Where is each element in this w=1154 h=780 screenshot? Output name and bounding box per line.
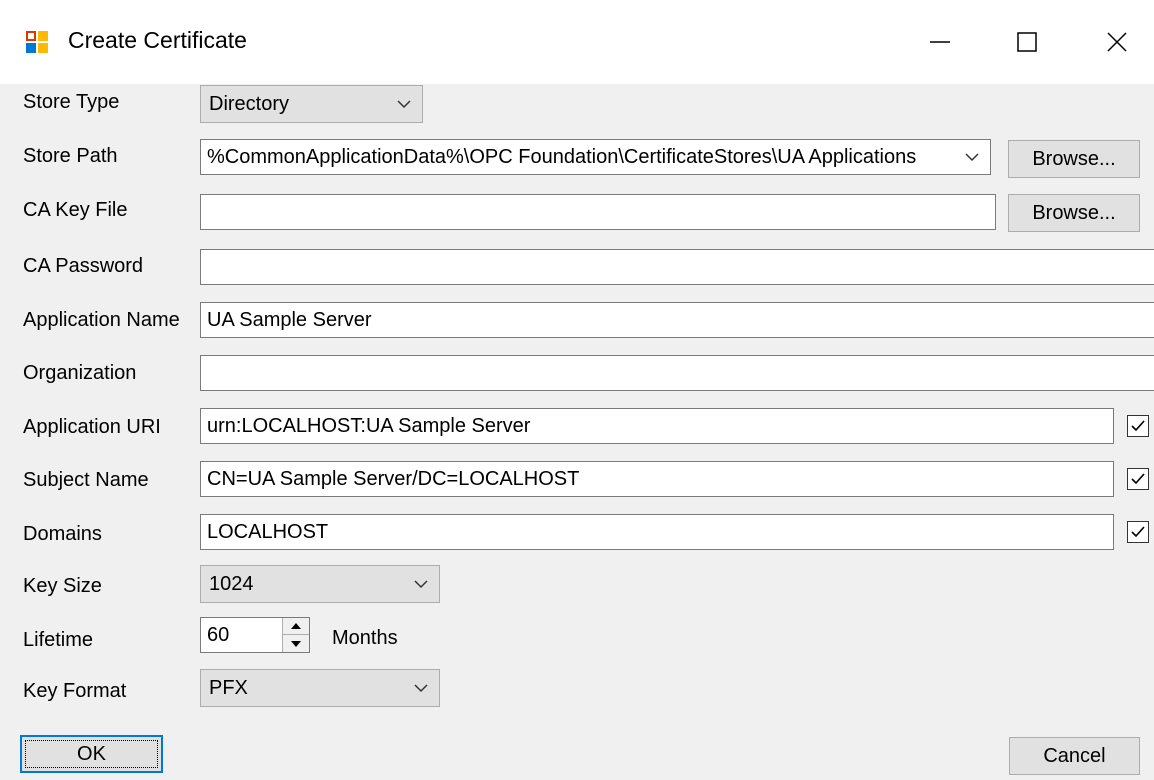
ca-password-label: CA Password [23,255,144,277]
title-bar: Create Certificate [0,0,1154,84]
lifetime-label: Lifetime [23,629,94,651]
subject-name-input[interactable]: CN=UA Sample Server/DC=LOCALHOST [200,461,1114,497]
application-uri-checkbox[interactable] [1127,415,1149,437]
store-path-label: Store Path [23,145,118,167]
checkmark-icon [1131,473,1145,485]
application-uri-label: Application URI [23,416,161,438]
close-icon [1107,32,1127,52]
ok-button[interactable]: OK [20,735,163,773]
maximize-icon [1017,32,1037,52]
arrow-down-icon [291,640,301,647]
store-type-value: Directory [209,93,290,115]
window-title: Create Certificate [68,27,247,53]
store-path-combo[interactable]: %CommonApplicationData%\OPC Foundation\C… [200,139,991,175]
minimize-button[interactable] [905,14,975,70]
lifetime-spin-buttons [282,618,309,652]
domains-input[interactable]: LOCALHOST [200,514,1114,550]
key-format-label: Key Format [23,680,127,702]
ca-key-file-label: CA Key File [23,199,128,221]
minimize-icon [930,41,950,43]
create-certificate-dialog: Create Certificate Store Type Directory … [0,0,1154,780]
checkmark-icon [1131,420,1145,432]
domains-label: Domains [23,523,102,545]
organization-label: Organization [23,362,137,384]
ca-key-file-input[interactable] [200,194,996,230]
ca-password-input[interactable] [200,249,1154,285]
key-size-label: Key Size [23,575,102,597]
organization-input[interactable] [200,355,1154,391]
cancel-button[interactable]: Cancel [1009,737,1140,775]
key-size-select[interactable]: 1024 [200,565,440,603]
certificate-app-icon [26,31,48,53]
close-button[interactable] [1082,14,1152,70]
domains-checkbox[interactable] [1127,521,1149,543]
arrow-up-icon [291,623,301,629]
store-type-select[interactable]: Directory [200,85,423,123]
store-path-value: %CommonApplicationData%\OPC Foundation\C… [207,146,917,168]
focus-rectangle [25,740,158,768]
spin-down-button[interactable] [283,635,309,652]
chevron-down-icon [397,100,411,109]
subject-name-checkbox[interactable] [1127,468,1149,490]
checkmark-icon [1131,526,1145,538]
spin-up-button[interactable] [283,618,309,635]
browse-store-button[interactable]: Browse... [1008,140,1140,178]
chevron-down-icon [965,153,979,162]
key-format-select[interactable]: PFX [200,669,440,707]
application-name-label: Application Name [23,309,180,331]
chevron-down-icon [414,684,428,693]
lifetime-value: 60 [207,624,230,646]
store-type-label: Store Type [23,91,120,113]
chevron-down-icon [414,580,428,589]
subject-name-label: Subject Name [23,469,149,491]
maximize-button[interactable] [992,14,1062,70]
browse-ca-key-button[interactable]: Browse... [1008,194,1140,232]
lifetime-unit-label: Months [332,627,398,649]
application-uri-input[interactable]: urn:LOCALHOST:UA Sample Server [200,408,1114,444]
key-format-value: PFX [209,677,248,699]
application-name-input[interactable]: UA Sample Server [200,302,1154,338]
lifetime-stepper[interactable]: 60 [200,617,310,653]
key-size-value: 1024 [209,573,254,595]
